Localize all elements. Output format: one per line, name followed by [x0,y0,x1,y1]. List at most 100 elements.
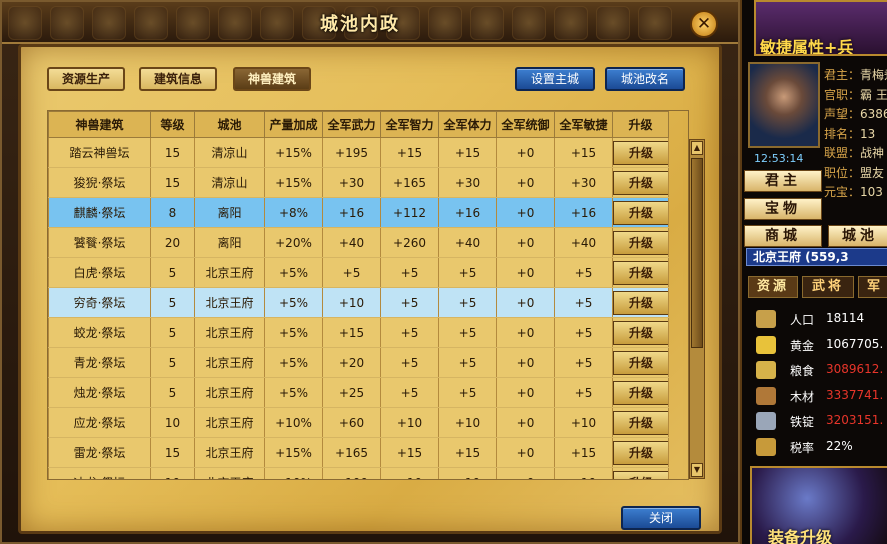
rename-city-button[interactable]: 城池改名 [605,67,685,91]
cell-int: +165 [380,167,439,198]
scroll-down-icon[interactable]: ▼ [691,463,703,477]
cell-str: +16 [322,197,381,228]
column-header: 全军敏捷 [554,111,613,138]
upgrade-button[interactable]: 升级 [613,410,668,435]
cell-str: +30 [322,167,381,198]
treasure-button[interactable]: 宝物 [744,198,822,220]
decor-icon [176,6,210,40]
tab-building-info[interactable]: 建筑信息 [139,67,217,91]
city-button[interactable]: 城池 [828,225,887,247]
tab-resources[interactable]: 资源 [748,276,798,298]
info-key: 联盟： [824,146,861,160]
table-row[interactable]: 饕餮·祭坛 20 离阳 +20% +40 +260 +40 +0 +40 升级 [48,227,669,258]
tab-beast-buildings[interactable]: 神兽建筑 [233,67,311,91]
cell-level: 5 [150,317,195,348]
cell-level: 8 [150,197,195,228]
decor-icon [428,6,462,40]
cell-lead: +0 [496,377,555,408]
upgrade-button[interactable]: 升级 [613,380,668,405]
cell-hp: +16 [438,197,497,228]
cell-str: +25 [322,377,381,408]
table-row[interactable]: 青龙·祭坛 5 北京王府 +5% +20 +5 +5 +0 +5 升级 [48,347,669,378]
decor-icon [512,6,546,40]
tab-generals[interactable]: 武将 [802,276,854,298]
info-row: 声望：6386 [824,105,887,125]
cell-int: +15 [380,437,439,468]
lord-button[interactable]: 君主 [744,170,822,192]
upgrade-button[interactable]: 升级 [613,320,668,345]
cell-int: +10 [380,407,439,438]
upgrade-button[interactable]: 升级 [613,440,668,465]
table-row[interactable]: 蛟龙·祭坛 5 北京王府 +5% +15 +5 +5 +0 +5 升级 [48,317,669,348]
cell-name: 麒麟·祭坛 [48,197,151,228]
resource-icon [756,361,776,379]
info-row: 排名：13 [824,125,887,145]
table-row[interactable]: 穷奇·祭坛 5 北京王府 +5% +10 +5 +5 +0 +5 升级 [48,287,669,318]
table-row[interactable]: 白虎·祭坛 5 北京王府 +5% +5 +5 +5 +0 +5 升级 [48,257,669,288]
upgrade-button[interactable]: 升级 [613,350,668,375]
table-row[interactable]: 雷龙·祭坛 15 北京王府 +15% +165 +15 +15 +0 +15 升级 [48,437,669,468]
cell-lead: +0 [496,137,555,168]
table-row[interactable]: 踏云神兽坛 15 清凉山 +15% +195 +15 +15 +0 +15 升级 [48,137,669,168]
table-header-row: 神兽建筑 等级 城池 产量加成 全军武力 全军智力 全军体力 全军统御 全军敏捷… [48,111,669,138]
column-header: 全军智力 [380,111,439,138]
upgrade-button[interactable]: 升级 [613,170,668,195]
scroll-up-icon[interactable]: ▲ [691,141,703,155]
cell-level: 5 [150,347,195,378]
info-row: 元宝：103 [824,183,887,203]
upgrade-button[interactable]: 升级 [613,140,668,165]
close-icon[interactable]: ✕ [690,10,718,38]
current-location[interactable]: 北京王府 (559,3 [746,248,887,266]
resource-label: 粮食 [790,364,815,378]
upgrade-button[interactable]: 升级 [613,290,668,315]
cell-city: 清凉山 [194,137,265,168]
info-value: 霸 王 [860,87,887,102]
scrollbar-thumb[interactable] [691,158,703,348]
resource-row: 木材 3337741. [752,385,887,407]
cell-agi: +5 [554,257,613,288]
set-main-city-button[interactable]: 设置主城 [515,67,595,91]
cell-lead: +0 [496,227,555,258]
game-screen: 城池内政 ✕ 资源生产 建筑信息 神兽建筑 设置主城 城池改名 神兽建筑 等级 [0,0,887,544]
upgrade-button[interactable]: 升级 [613,470,668,479]
cell-agi: +16 [554,197,613,228]
table-scrollbar[interactable]: ▲ ▼ [689,139,705,479]
column-header: 升级 [612,111,669,138]
cell-hp: +40 [438,227,497,258]
cell-hp: +10 [438,467,497,479]
cell-upgrade: 升级 [612,377,669,408]
info-key: 官职： [824,87,861,102]
upgrade-button[interactable]: 升级 [613,230,668,255]
resource-value: 3089612. [826,362,884,376]
shop-button[interactable]: 商城 [744,225,822,247]
info-key: 元宝： [824,185,861,199]
equipment-upgrade-text: 装备升级 [768,528,833,544]
tab-resource-production[interactable]: 资源生产 [47,67,125,91]
cell-hp: +5 [438,377,497,408]
cell-lead: +0 [496,437,555,468]
resource-label: 铁锭 [790,415,815,429]
info-value: 盟友 [860,165,885,180]
table-row[interactable]: 烛龙·祭坛 5 北京王府 +5% +25 +5 +5 +0 +5 升级 [48,377,669,408]
table-row[interactable]: 狻猊·祭坛 15 清凉山 +15% +30 +165 +30 +0 +30 升级 [48,167,669,198]
cell-hp: +30 [438,167,497,198]
cell-upgrade: 升级 [612,467,669,479]
close-button[interactable]: 关闭 [621,506,701,530]
cell-upgrade: 升级 [612,227,669,258]
cell-agi: +5 [554,287,613,318]
table-row[interactable]: 麒麟·祭坛 8 离阳 +8% +16 +112 +16 +0 +16 升级 [48,197,669,228]
upgrade-button[interactable]: 升级 [613,260,668,285]
cell-city: 北京王府 [194,287,265,318]
cell-hp: +5 [438,257,497,288]
table-row[interactable]: 冰龙·祭坛10北京王府+10%+100+10+10+0+10升级 [48,467,669,479]
avatar[interactable] [748,62,820,148]
upgrade-button[interactable]: 升级 [613,200,668,225]
cell-name: 蛟龙·祭坛 [48,317,151,348]
tab-army[interactable]: 军 [858,276,887,298]
cell-name: 雷龙·祭坛 [48,437,151,468]
cell-agi: +5 [554,317,613,348]
table-row[interactable]: 应龙·祭坛 10 北京王府 +10% +60 +10 +10 +0 +10 升级 [48,407,669,438]
promo-banner[interactable]: 敏捷属性+兵 [754,0,887,56]
cell-name: 狻猊·祭坛 [48,167,151,198]
cell-agi: +5 [554,377,613,408]
